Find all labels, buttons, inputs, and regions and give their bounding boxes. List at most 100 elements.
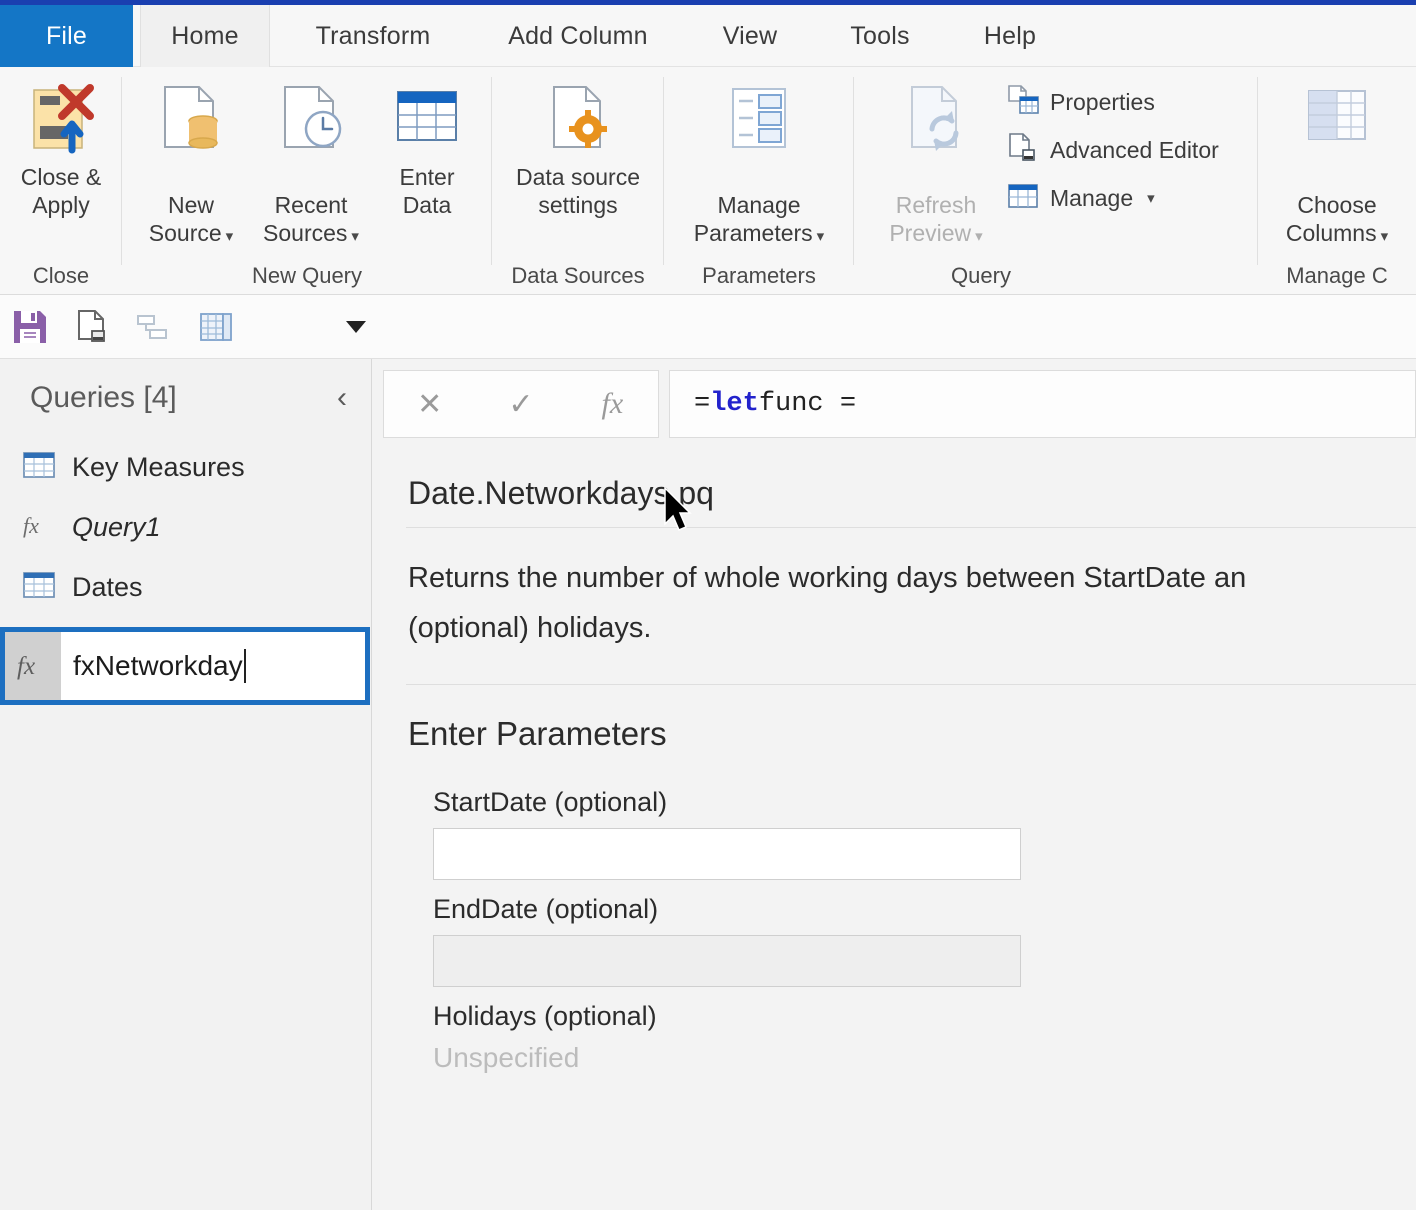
formula-keyword: let xyxy=(710,389,759,419)
chevron-down-icon: ▾ xyxy=(816,228,825,246)
close-and-apply-button[interactable]: Close & Apply xyxy=(2,73,120,223)
enter-data-button[interactable]: Enter Data xyxy=(372,73,482,223)
quick-access-toolbar xyxy=(0,295,1416,359)
manage-parameters-label: Manage Parameters xyxy=(693,192,813,247)
ribbon-group-parameters: Manage Parameters ▾ Parameters xyxy=(664,67,854,295)
advanced-editor-icon xyxy=(1006,132,1040,169)
parameter-field-end-date: EndDate (optional) xyxy=(408,894,1416,987)
ribbon-group-close: Close & Apply Close xyxy=(0,67,122,295)
ribbon-group-query-label: Query xyxy=(951,263,1011,288)
ribbon-group-manage-columns: Choose Columns ▾ Manage C xyxy=(1258,67,1416,295)
ribbon-group-data-sources-label: Data Sources xyxy=(511,263,645,288)
recent-sources-icon xyxy=(271,77,351,161)
advanced-editor-label: Advanced Editor xyxy=(1050,137,1219,163)
enter-data-icon xyxy=(388,77,466,161)
power-query-editor-window: File Home Transform Add Column View Tool… xyxy=(0,0,1416,1210)
close-icon[interactable]: ✕ xyxy=(395,387,465,422)
data-source-settings-icon xyxy=(538,77,618,161)
tab-tools-label: Tools xyxy=(850,21,910,50)
chevron-down-icon: ▾ xyxy=(225,228,234,246)
close-and-apply-icon xyxy=(22,77,100,161)
tab-view[interactable]: View xyxy=(694,5,806,67)
query-rename-editor[interactable]: fx fxNetworkday xyxy=(0,627,370,705)
chevron-down-icon: ▾ xyxy=(1380,228,1389,246)
manage-table-icon xyxy=(1006,180,1040,217)
query-rename-value: fxNetworkday xyxy=(73,650,243,681)
chevron-down-icon: ▾ xyxy=(351,228,359,246)
query-list-item-query1[interactable]: fx Query1 xyxy=(0,497,371,557)
table-icon xyxy=(22,450,56,485)
tab-add-column-label: Add Column xyxy=(508,21,648,50)
properties-button[interactable]: Properties xyxy=(1002,83,1223,122)
query-list-item-key-measures[interactable]: Key Measures xyxy=(0,437,371,497)
tab-help-label: Help xyxy=(983,21,1037,50)
query-small-buttons: Properties Advanced Editor Manage ▾ xyxy=(1002,73,1223,218)
text-caret xyxy=(243,649,246,683)
save-icon[interactable] xyxy=(8,305,52,349)
svg-text:fx: fx xyxy=(23,513,39,538)
advanced-editor-button[interactable]: Advanced Editor xyxy=(1002,131,1223,170)
query-rename-input[interactable]: fxNetworkday xyxy=(61,632,365,700)
ribbon-group-close-label: Close xyxy=(32,263,90,288)
query-list-item-dates[interactable]: Dates xyxy=(0,557,371,617)
chevron-left-icon[interactable]: ‹ xyxy=(331,381,353,415)
recent-sources-button[interactable]: Recent Sources ▾ xyxy=(250,73,372,251)
choose-columns-label: Choose Columns xyxy=(1285,192,1377,247)
formula-input[interactable]: = let func = xyxy=(669,370,1416,438)
data-source-settings-button[interactable]: Data source settings xyxy=(493,73,663,223)
tab-add-column[interactable]: Add Column xyxy=(480,5,676,67)
fx-icon[interactable]: fx xyxy=(577,387,647,421)
manage-button[interactable]: Manage ▾ xyxy=(1002,179,1223,218)
fx-icon: fx xyxy=(22,510,56,545)
quick-access-overflow-button[interactable] xyxy=(334,305,378,349)
new-source-icon[interactable] xyxy=(70,305,114,349)
table-icon xyxy=(22,570,56,605)
function-invocation-pane: ✕ ✓ fx = let func = Date.Networkdays.pq … xyxy=(373,359,1416,1210)
holidays-value[interactable]: Unspecified xyxy=(408,1042,1416,1074)
ribbon-group-data-sources: Data source settings Data Sources xyxy=(492,67,664,295)
manage-parameters-icon xyxy=(719,77,799,161)
ribbon-tab-bar: File Home Transform Add Column View Tool… xyxy=(0,5,1416,67)
enter-parameters-heading: Enter Parameters xyxy=(408,714,667,752)
tab-file[interactable]: File xyxy=(0,5,133,67)
append-queries-icon[interactable] xyxy=(194,305,238,349)
refresh-preview-button[interactable]: Refresh Preview ▾ xyxy=(870,73,1002,251)
chevron-down-icon: ▾ xyxy=(975,228,983,246)
function-description-line2: (optional) holidays. xyxy=(408,611,652,644)
tab-home[interactable]: Home xyxy=(140,5,270,67)
end-date-input[interactable] xyxy=(433,934,1021,987)
query-list-item-label: Dates xyxy=(72,571,143,602)
choose-columns-icon xyxy=(1297,77,1377,161)
close-and-apply-label: Close & Apply xyxy=(20,164,102,219)
ribbon: Close & Apply Close New Source ▾ Recent … xyxy=(0,67,1416,295)
tab-help[interactable]: Help xyxy=(954,5,1066,67)
choose-columns-button[interactable]: Choose Columns ▾ xyxy=(1262,73,1412,251)
new-source-button[interactable]: New Source ▾ xyxy=(132,73,250,251)
queries-pane-header: Queries [4] ‹ xyxy=(0,359,371,437)
chevron-down-icon: ▾ xyxy=(1147,190,1155,207)
formula-rest: func = xyxy=(758,389,857,419)
fx-icon: fx xyxy=(5,632,61,700)
tab-transform-label: Transform xyxy=(315,21,431,50)
manage-parameters-button[interactable]: Manage Parameters ▾ xyxy=(667,73,851,251)
tab-tools[interactable]: Tools xyxy=(824,5,936,67)
ribbon-group-manage-columns-label: Manage C xyxy=(1286,263,1388,288)
function-description: Returns the number of whole working days… xyxy=(373,528,1416,684)
function-description-line1: Returns the number of whole working days… xyxy=(408,562,1247,594)
ribbon-group-new-query: New Source ▾ Recent Sources ▾ Enter Data… xyxy=(122,67,492,295)
new-source-label: New Source xyxy=(148,192,222,247)
svg-text:fx: fx xyxy=(17,653,35,680)
function-doc-title: Date.Networkdays.pq xyxy=(408,475,714,511)
start-date-input[interactable] xyxy=(433,827,1021,880)
start-date-label: StartDate (optional) xyxy=(433,786,668,817)
end-date-label: EndDate (optional) xyxy=(433,893,659,924)
refresh-preview-label: Refresh Preview xyxy=(889,192,977,247)
tab-file-label: File xyxy=(45,21,88,50)
properties-label: Properties xyxy=(1050,89,1155,115)
tab-transform[interactable]: Transform xyxy=(285,5,461,67)
enter-data-label: Enter Data xyxy=(399,164,455,219)
new-source-icon xyxy=(151,77,231,161)
check-icon[interactable]: ✓ xyxy=(486,387,556,422)
merge-queries-icon[interactable] xyxy=(132,305,176,349)
ribbon-group-parameters-label: Parameters xyxy=(702,263,816,288)
